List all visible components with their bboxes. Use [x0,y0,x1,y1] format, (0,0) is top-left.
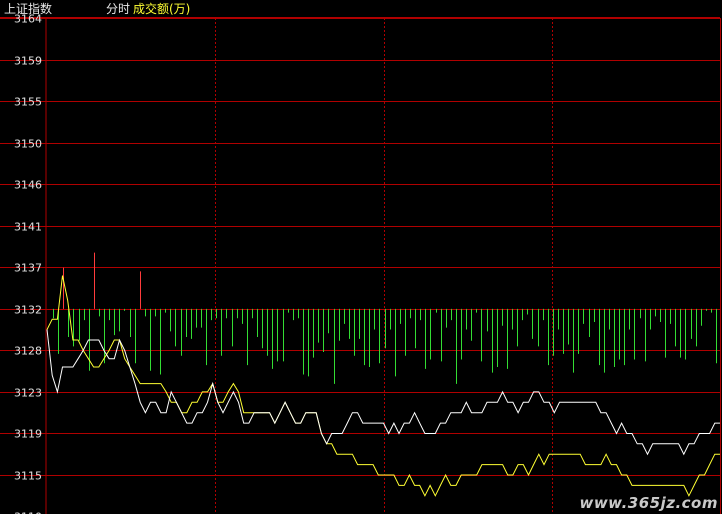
y-tick-label: 3146 [14,179,42,192]
y-tick-label: 3137 [14,262,42,275]
average-price-line [46,275,720,497]
y-tick-label: 3155 [14,96,42,109]
y-tick-label: 3119 [14,428,42,441]
y-tick-label: 3110 [14,511,42,514]
watermark-text: www.365jz.com [579,494,718,512]
chart-grid [0,17,721,514]
y-tick-label: 3128 [14,345,42,358]
y-tick-label: 3150 [14,138,42,151]
y-tick-label: 3132 [14,304,42,317]
volume-bars [53,252,717,384]
y-tick-label: 3141 [14,221,42,234]
price-axis-labels: 3164 3159 3155 3150 3146 3141 3137 3132 3128 3123… [14,13,42,514]
y-tick-label: 3115 [14,470,42,483]
y-tick-label: 3159 [14,55,42,68]
y-tick-label: 3123 [14,387,42,400]
y-tick-label: 3164 [14,13,42,26]
intraday-chart[interactable]: 3164 3159 3155 3150 3146 3141 3137 3132 3128 3123… [0,0,722,514]
